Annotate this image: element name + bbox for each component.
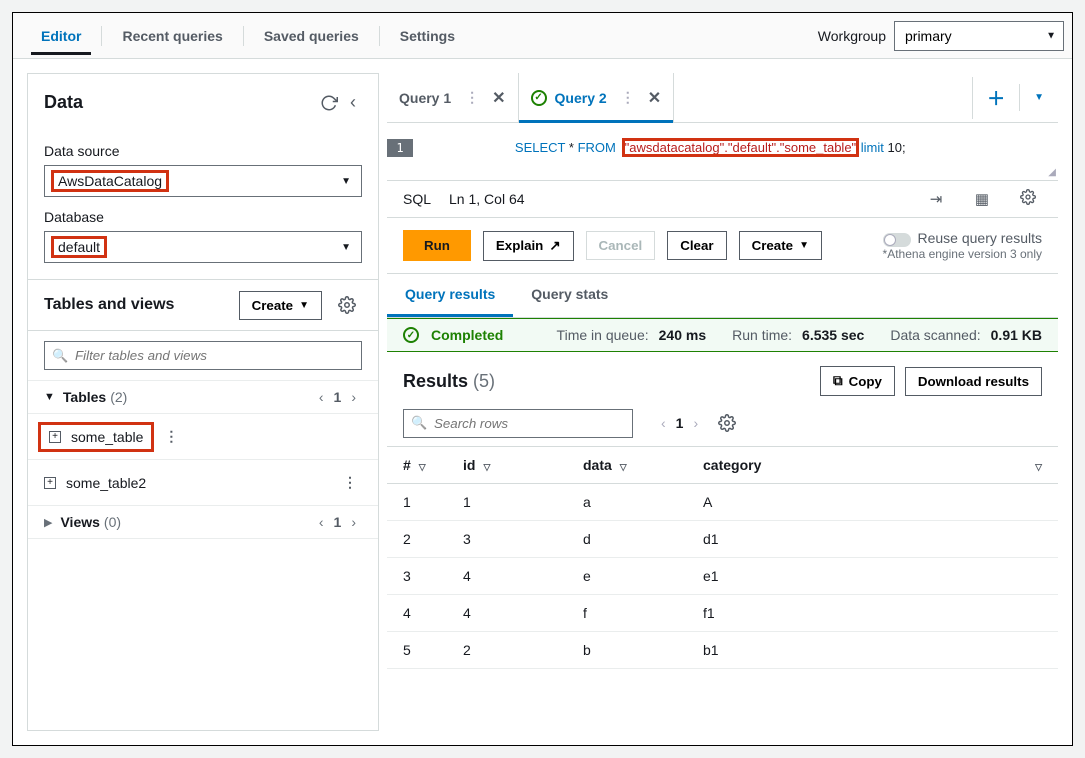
- search-rows-input[interactable]: [403, 409, 633, 438]
- query-tabs: Query 1 ⋮ ✕ ✓ Query 2 ⋮ ✕ ＋ ▼: [387, 73, 1058, 123]
- tab-query-results[interactable]: Query results: [387, 274, 513, 317]
- column-header-data[interactable]: data▽: [567, 447, 687, 484]
- chevron-left-icon[interactable]: ‹: [661, 415, 666, 431]
- table-row: 34ee1: [387, 558, 1058, 595]
- data-sidebar: Data ‹ Data source AwsDataCatalog ▼ Data…: [27, 73, 379, 731]
- column-header-num[interactable]: #▽: [387, 447, 447, 484]
- expand-icon[interactable]: +: [44, 477, 56, 489]
- copy-icon: ⧉: [833, 373, 843, 389]
- triangle-right-icon: ▶: [44, 516, 52, 529]
- results-title: Results (5): [403, 371, 495, 392]
- table-row: 44ff1: [387, 595, 1058, 632]
- download-results-button[interactable]: Download results: [905, 367, 1042, 396]
- kebab-menu-icon[interactable]: ⋮: [459, 83, 484, 112]
- chevron-down-icon: ▼: [299, 300, 309, 311]
- run-button[interactable]: Run: [403, 230, 471, 261]
- chevron-left-icon[interactable]: ‹: [313, 389, 330, 405]
- explain-button[interactable]: Explain ↗: [483, 231, 574, 261]
- refresh-icon[interactable]: [314, 88, 344, 118]
- views-page: 1: [330, 514, 346, 530]
- top-nav: Editor Recent queries Saved queries Sett…: [13, 13, 1072, 59]
- kebab-menu-icon[interactable]: ⋮: [337, 468, 362, 497]
- gear-icon[interactable]: [1014, 189, 1042, 209]
- kebab-menu-icon[interactable]: ⋮: [615, 83, 640, 112]
- views-section-header[interactable]: ▶ Views(0) ‹ 1 ›: [28, 506, 378, 539]
- external-link-icon: ↗: [549, 238, 560, 254]
- results-page: 1: [676, 415, 684, 431]
- reuse-results-block: Reuse query results *Athena engine versi…: [883, 230, 1042, 260]
- close-tab-icon[interactable]: ✕: [492, 88, 505, 108]
- table-row: 11aA: [387, 484, 1058, 521]
- create-button[interactable]: Create▼: [239, 291, 322, 320]
- success-check-icon: ✓: [403, 327, 419, 343]
- query-tab-1[interactable]: Query 1 ⋮ ✕: [387, 73, 519, 122]
- editor-lang: SQL: [403, 191, 431, 207]
- table-item[interactable]: + some_table ⋮: [28, 414, 378, 459]
- copy-button[interactable]: ⧉ Copy: [820, 366, 895, 396]
- gear-icon[interactable]: [712, 408, 742, 438]
- chevron-down-icon: ▼: [341, 176, 351, 187]
- chevron-right-icon[interactable]: ›: [693, 415, 698, 431]
- triangle-down-icon: ▼: [44, 391, 55, 403]
- chevron-right-icon[interactable]: ›: [345, 389, 362, 405]
- chevron-left-icon[interactable]: ‹: [313, 514, 330, 530]
- query-action-bar: Run Explain ↗ Cancel Clear Create ▼ Reus…: [387, 218, 1058, 274]
- table-row: 52bb1: [387, 632, 1058, 669]
- column-header-id[interactable]: id▽: [447, 447, 567, 484]
- tab-editor[interactable]: Editor: [21, 18, 101, 54]
- query-status-bar: ✓ Completed Time in queue:240 ms Run tim…: [387, 318, 1058, 352]
- sql-editor[interactable]: 1 SELECT * FROM "awsdatacatalog"."defaul…: [387, 123, 1058, 181]
- reuse-toggle[interactable]: [883, 233, 911, 247]
- tab-settings[interactable]: Settings: [380, 18, 475, 54]
- data-source-select[interactable]: AwsDataCatalog ▼: [44, 165, 362, 197]
- resize-handle-icon[interactable]: ◢: [1048, 167, 1056, 178]
- database-label: Database: [44, 209, 362, 225]
- editor-line-number: 1: [387, 139, 413, 157]
- editor-status-bar: SQL Ln 1, Col 64 ⇥ ▦: [387, 181, 1058, 218]
- collapse-panel-icon[interactable]: ‹: [344, 86, 362, 119]
- tab-recent-queries[interactable]: Recent queries: [102, 18, 242, 54]
- results-pager: ‹ 1 ›: [661, 415, 698, 431]
- gear-icon[interactable]: [332, 290, 362, 320]
- chevron-down-icon: ▼: [341, 242, 351, 253]
- layout-icon[interactable]: ▦: [968, 190, 996, 208]
- kebab-menu-icon[interactable]: ⋮: [158, 422, 183, 451]
- tables-section-header[interactable]: ▼ Tables(2) ‹ 1 ›: [28, 380, 378, 414]
- results-table: #▽ id▽ data▽ category ▽ 11aA23dd134ee144…: [387, 446, 1058, 669]
- table-row: 23dd1: [387, 521, 1058, 558]
- sidebar-title: Data: [44, 92, 314, 113]
- column-header-category[interactable]: category: [687, 447, 1011, 484]
- workgroup-label: Workgroup: [818, 28, 886, 44]
- query-tab-2[interactable]: ✓ Query 2 ⋮ ✕: [519, 73, 675, 122]
- add-tab-button[interactable]: ＋: [972, 77, 1019, 119]
- workgroup-select[interactable]: primary: [894, 21, 1064, 51]
- table-item[interactable]: + some_table2 ⋮: [28, 459, 378, 506]
- chevron-right-icon[interactable]: ›: [345, 514, 362, 530]
- format-icon[interactable]: ⇥: [922, 190, 950, 208]
- results-tabs: Query results Query stats: [387, 274, 1058, 318]
- data-source-label: Data source: [44, 143, 362, 159]
- tables-views-title: Tables and views: [44, 296, 229, 314]
- success-check-icon: ✓: [531, 90, 547, 106]
- cancel-button: Cancel: [586, 231, 656, 260]
- tab-menu-button[interactable]: ▼: [1019, 84, 1058, 111]
- cursor-position: Ln 1, Col 64: [449, 191, 525, 207]
- tab-saved-queries[interactable]: Saved queries: [244, 18, 379, 54]
- tables-page: 1: [330, 389, 346, 405]
- create-query-button[interactable]: Create ▼: [739, 231, 822, 260]
- clear-button[interactable]: Clear: [667, 231, 726, 260]
- chevron-down-icon: ▼: [799, 240, 809, 251]
- filter-tables-input[interactable]: [44, 341, 362, 370]
- column-header-more[interactable]: ▽: [1011, 447, 1058, 484]
- database-select[interactable]: default ▼: [44, 231, 362, 263]
- close-tab-icon[interactable]: ✕: [648, 88, 661, 108]
- expand-icon[interactable]: +: [49, 431, 61, 443]
- tab-query-stats[interactable]: Query stats: [513, 274, 626, 317]
